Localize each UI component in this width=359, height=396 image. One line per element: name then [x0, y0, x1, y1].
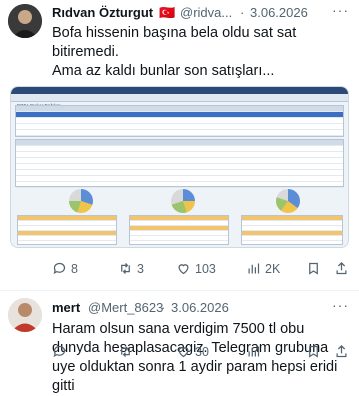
author-handle[interactable]: @Mert_8623	[88, 300, 163, 315]
tweet-date[interactable]: 3.06.2026	[171, 300, 229, 315]
tweet-1: Rıdvan Özturgut 🇹🇷 @ridva... · 3.06.2026…	[0, 0, 359, 290]
reply-button[interactable]: 8	[52, 261, 78, 276]
like-button[interactable]: 103	[176, 261, 216, 276]
share-icon	[336, 261, 347, 275]
tweet-date[interactable]: 3.06.2026	[250, 5, 308, 20]
views-button[interactable]: 2K	[246, 261, 280, 276]
retweet-count: 3	[137, 261, 144, 276]
views-button[interactable]	[246, 344, 265, 359]
reply-button[interactable]	[52, 344, 71, 359]
tweet-text-line-1: Bofa hissenin başına bela oldu sat sat b…	[52, 25, 297, 60]
more-options-button[interactable]: ···	[332, 297, 349, 313]
dot-separator: ·	[240, 5, 245, 20]
retweet-icon	[121, 346, 130, 357]
author-name[interactable]: mert	[52, 300, 80, 315]
tweet-media-image[interactable]: BOFA Broker Dağılımı	[10, 86, 349, 248]
bookmark-icon	[309, 262, 318, 275]
like-count: 103	[195, 261, 216, 276]
views-chart-icon	[248, 346, 260, 357]
like-button[interactable]: 30	[176, 344, 209, 359]
views-count: 2K	[265, 261, 281, 276]
dot-separator: ·	[161, 300, 166, 315]
bookmark-icon	[309, 345, 318, 358]
reply-count: 8	[71, 261, 78, 276]
media-table-3	[241, 215, 343, 245]
retweet-button[interactable]: 3	[118, 261, 144, 276]
media-pie-chart-1	[69, 189, 93, 213]
retweet-icon	[121, 263, 130, 274]
author-handle[interactable]: @ridva...	[180, 5, 232, 20]
more-options-button[interactable]: ···	[332, 2, 349, 18]
heart-icon	[178, 264, 189, 275]
media-pie-chart-3	[276, 189, 300, 213]
author-avatar[interactable]	[8, 4, 42, 38]
tweet-2-action-bar: 30	[0, 344, 359, 364]
heart-icon	[178, 347, 189, 358]
avatar-image	[8, 4, 42, 38]
media-broker-grid-top	[15, 105, 344, 137]
tweet-text: Bofa hissenin başına bela oldu sat sat b…	[52, 24, 352, 81]
share-icon	[336, 344, 347, 358]
avatar-image	[8, 298, 42, 332]
tweet-text-line-2: Ama az kaldı bunlar son satışları...	[52, 63, 275, 79]
author-name[interactable]: Rıdvan Özturgut	[52, 5, 153, 20]
media-pie-chart-2	[171, 189, 195, 213]
media-window-titlebar	[11, 87, 348, 94]
share-button[interactable]	[334, 344, 349, 359]
share-button[interactable]	[334, 261, 349, 276]
media-table-2	[129, 215, 229, 245]
bookmark-button[interactable]	[306, 344, 321, 359]
flag-emoji: 🇹🇷	[159, 5, 176, 20]
media-table-1	[17, 215, 117, 245]
retweet-button[interactable]	[118, 344, 137, 359]
views-chart-icon	[248, 263, 260, 274]
like-count: 30	[195, 344, 209, 359]
reply-icon	[53, 262, 66, 275]
reply-icon	[53, 345, 66, 358]
media-broker-grid-bottom	[15, 139, 344, 188]
tweet-1-action-bar: 8 3 103 2K	[0, 261, 359, 281]
author-avatar[interactable]	[8, 298, 42, 332]
media-toolbar: BOFA Broker Dağılımı	[11, 94, 348, 108]
bookmark-button[interactable]	[306, 261, 321, 276]
